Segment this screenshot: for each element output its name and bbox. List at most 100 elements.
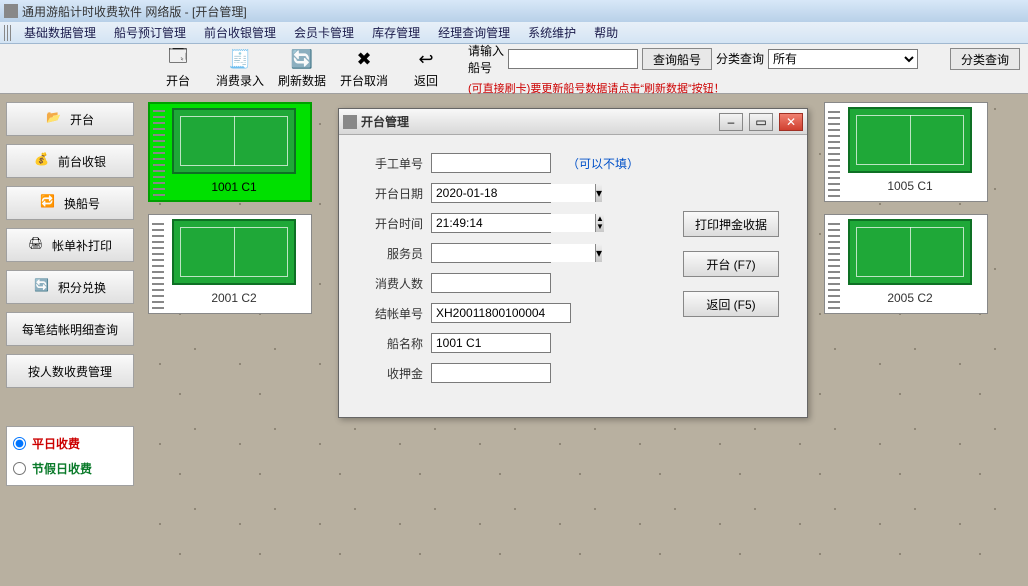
deposit-label: 收押金 (359, 365, 423, 382)
tool-open-button[interactable]: 🗔 开台 (150, 47, 206, 91)
tool-back-button[interactable]: ↩ 返回 (398, 47, 454, 91)
billno-input[interactable] (431, 303, 571, 323)
waiter-combo[interactable]: ▾ (431, 243, 551, 263)
tool-open-label: 开台 (166, 72, 190, 89)
menu-manager-query[interactable]: 经理查询管理 (430, 22, 518, 43)
search-boat-button[interactable]: 查询船号 (642, 48, 712, 70)
boatname-label: 船名称 (359, 335, 423, 352)
time-spinner[interactable]: ▲▼ (431, 213, 551, 233)
tool-refresh-label: 刷新数据 (278, 72, 326, 89)
boat-card[interactable]: 2001 C2 (148, 214, 312, 314)
category-select[interactable]: 所有 (768, 49, 918, 69)
spinner-icon[interactable]: ▲▼ (595, 214, 604, 232)
tool-back-label: 返回 (414, 72, 438, 89)
sidebar-open-button[interactable]: 📂 开台 (6, 102, 134, 136)
chevron-down-icon[interactable]: ▾ (595, 184, 602, 202)
print-deposit-button[interactable]: 打印押金收据 (683, 211, 779, 237)
court-icon (172, 219, 296, 285)
boat-card[interactable]: 1005 C1 (824, 102, 988, 202)
sidebar-byhead-label: 按人数收费管理 (28, 363, 112, 380)
menu-cashier[interactable]: 前台收银管理 (196, 22, 284, 43)
waiter-label: 服务员 (359, 245, 423, 262)
tool-cancel-button[interactable]: ✖ 开台取消 (336, 47, 392, 91)
menu-help[interactable]: 帮助 (586, 22, 626, 43)
radio-weekday-input[interactable] (13, 437, 26, 450)
sidebar-change-label: 换船号 (64, 195, 100, 212)
boat-label: 2005 C2 (887, 291, 932, 305)
swap-icon: 🔁 (40, 194, 58, 212)
radio-weekday-label: 平日收费 (32, 435, 80, 452)
boat-label: 1005 C1 (887, 179, 932, 193)
open-confirm-button[interactable]: 开台 (F7) (683, 251, 779, 277)
tool-cancel-label: 开台取消 (340, 72, 388, 89)
chevron-down-icon[interactable]: ▾ (595, 244, 602, 262)
sidebar-detail-label: 每笔结帐明细查询 (22, 321, 118, 338)
open-dialog: 开台管理 – ▭ ✕ 手工单号 （可以不填） 开台日期 ▾ 开台时间 ▲▼ 服务… (338, 108, 808, 418)
sidebar-byhead-button[interactable]: 按人数收费管理 (6, 354, 134, 388)
close-button[interactable]: ✕ (779, 113, 803, 131)
boat-label: 1001 C1 (211, 180, 256, 194)
manualno-input[interactable] (431, 153, 551, 173)
sidebar-detail-button[interactable]: 每笔结帐明细查询 (6, 312, 134, 346)
guests-input[interactable] (431, 273, 551, 293)
date-label: 开台日期 (359, 185, 423, 202)
title-bar: 通用游船计时收费软件 网络版 - [开台管理] (0, 0, 1028, 22)
input-label: 请输入 船号 (468, 42, 504, 76)
court-icon (848, 107, 972, 173)
boat-number-input[interactable] (508, 49, 638, 69)
spiral-binding-icon (152, 219, 164, 309)
radio-weekday[interactable]: 平日收费 (13, 435, 127, 452)
return-button[interactable]: 返回 (F5) (683, 291, 779, 317)
date-combo[interactable]: ▾ (431, 183, 551, 203)
sidebar-cashier-button[interactable]: 💰 前台收银 (6, 144, 134, 178)
menu-membercard[interactable]: 会员卡管理 (286, 22, 362, 43)
minimize-button[interactable]: – (719, 113, 743, 131)
boat-card[interactable]: 2005 C2 (824, 214, 988, 314)
dialog-titlebar[interactable]: 开台管理 – ▭ ✕ (339, 109, 807, 135)
time-input[interactable] (432, 214, 595, 232)
dialog-icon (343, 115, 357, 129)
tool-consume-button[interactable]: 🧾 消费录入 (212, 47, 268, 91)
radio-holiday[interactable]: 节假日收费 (13, 460, 127, 477)
sidebar-open-label: 开台 (70, 111, 94, 128)
category-label: 分类查询 (716, 50, 764, 67)
court-icon (172, 108, 296, 174)
fee-mode-group: 平日收费 节假日收费 (6, 426, 134, 486)
menu-reservation[interactable]: 船号预订管理 (106, 22, 194, 43)
spiral-binding-icon (153, 108, 165, 196)
court-icon (848, 219, 972, 285)
sidebar-points-label: 积分兑换 (58, 279, 106, 296)
points-icon: 🔄 (34, 278, 52, 296)
radio-holiday-label: 节假日收费 (32, 460, 92, 477)
menu-gripper-icon (4, 25, 12, 41)
manualno-hint: （可以不填） (567, 155, 639, 172)
spiral-binding-icon (828, 107, 840, 197)
app-icon (4, 4, 18, 18)
menu-system[interactable]: 系统维护 (520, 22, 584, 43)
spiral-binding-icon (828, 219, 840, 309)
boat-card[interactable]: 1001 C1 (148, 102, 312, 202)
deposit-input[interactable] (431, 363, 551, 383)
category-search-button[interactable]: 分类查询 (950, 48, 1020, 70)
sidebar-reprint-button[interactable]: 🖨 帐单补打印 (6, 228, 134, 262)
dialog-title: 开台管理 (361, 113, 713, 130)
menu-base-data[interactable]: 基础数据管理 (16, 22, 104, 43)
boatname-input[interactable] (431, 333, 551, 353)
date-input[interactable] (432, 184, 595, 202)
manualno-label: 手工单号 (359, 155, 423, 172)
open-icon: 🗔 (167, 48, 189, 70)
waiter-input[interactable] (432, 244, 595, 262)
sidebar-cashier-label: 前台收银 (58, 153, 106, 170)
tool-refresh-button[interactable]: 🔄 刷新数据 (274, 47, 330, 91)
sidebar-change-button[interactable]: 🔁 换船号 (6, 186, 134, 220)
app-title: 通用游船计时收费软件 网络版 - [开台管理] (22, 3, 247, 20)
maximize-button[interactable]: ▭ (749, 113, 773, 131)
radio-holiday-input[interactable] (13, 462, 26, 475)
sidebar-points-button[interactable]: 🔄 积分兑换 (6, 270, 134, 304)
boat-label: 2001 C2 (211, 291, 256, 305)
consume-icon: 🧾 (229, 48, 251, 70)
cancel-icon: ✖ (353, 48, 375, 70)
toolbar: 🗔 开台 🧾 消费录入 🔄 刷新数据 ✖ 开台取消 ↩ 返回 请输入 船号 查询… (0, 44, 1028, 94)
guests-label: 消费人数 (359, 275, 423, 292)
menu-inventory[interactable]: 库存管理 (364, 22, 428, 43)
